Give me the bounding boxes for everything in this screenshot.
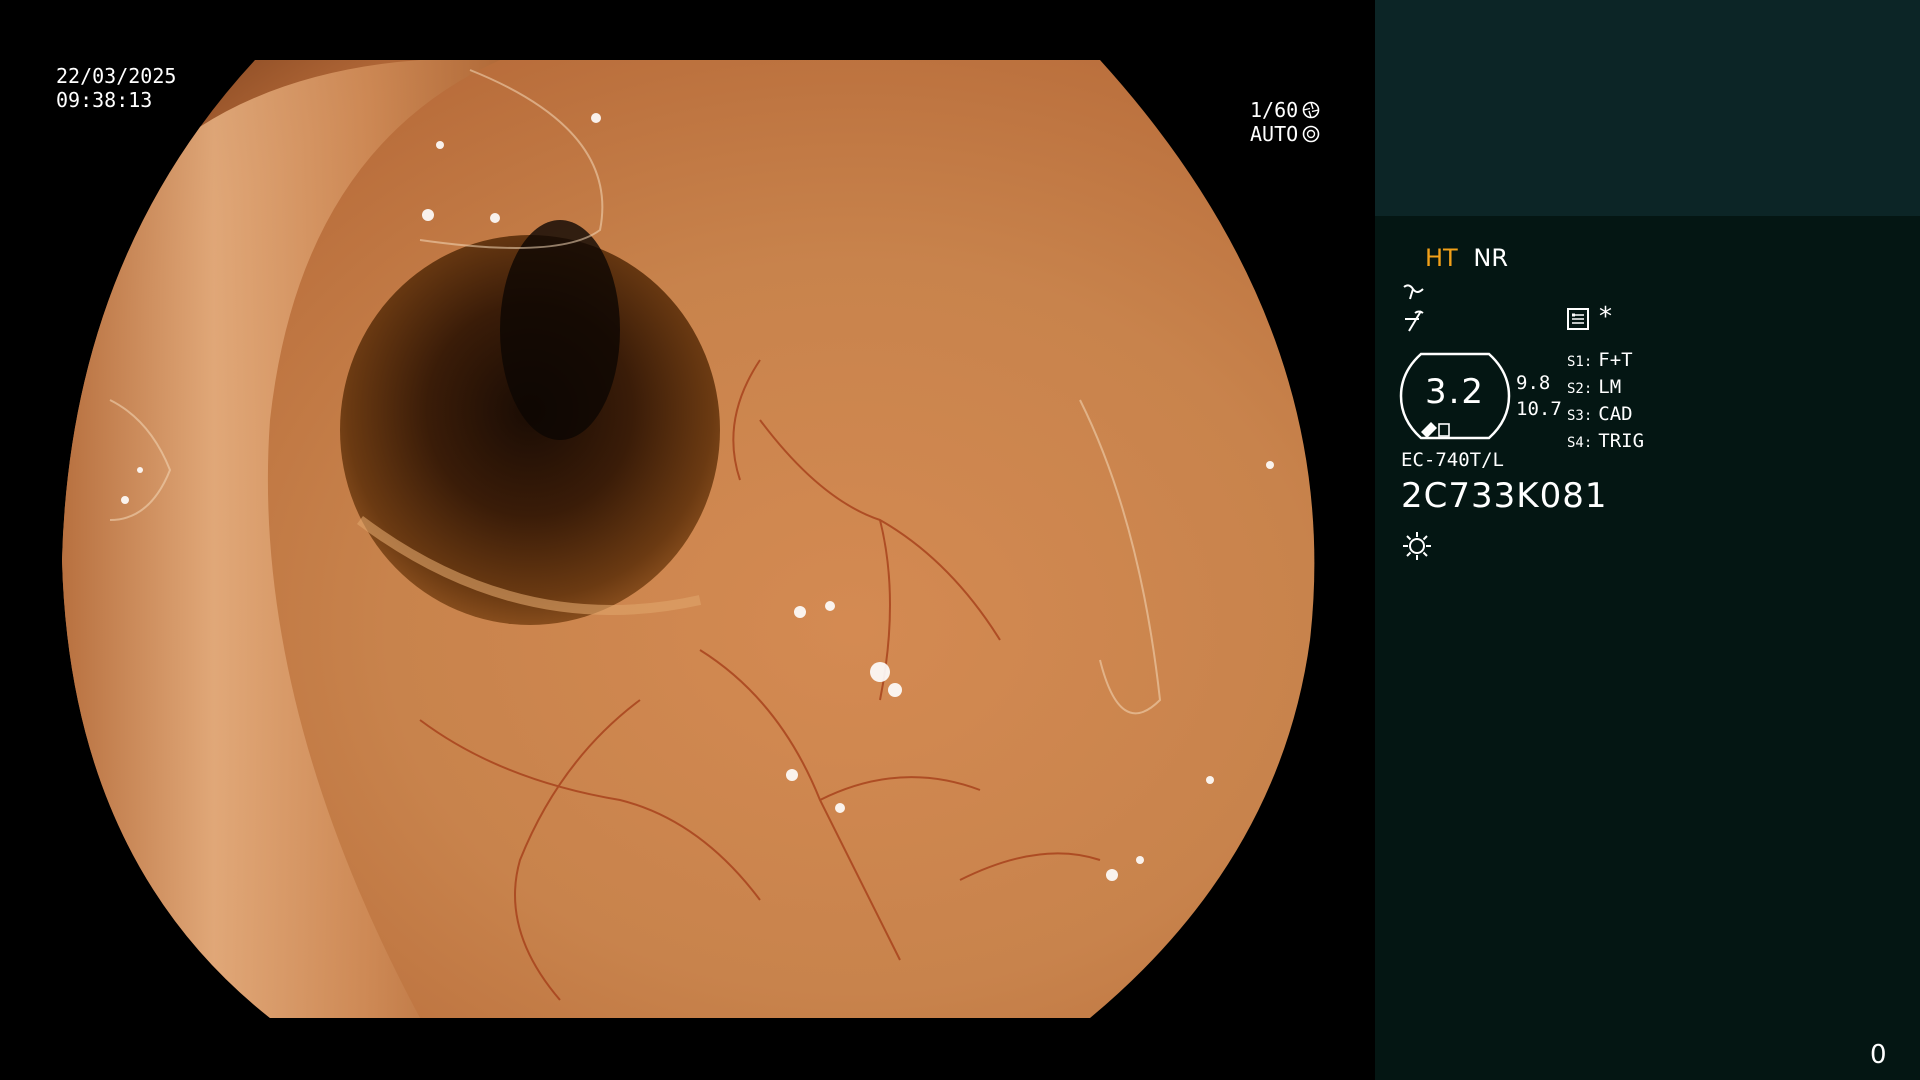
asterisk-icon: * (1599, 302, 1612, 332)
endoscope-video-area: 22/03/2025 09:38:13 1/60 AUTO (0, 0, 1375, 1080)
side-panel-top-block (1375, 0, 1920, 216)
processing-mode-row: HT NR (1425, 244, 1508, 272)
shutter-icon (1302, 101, 1320, 119)
exposure-mode-text: AUTO (1250, 122, 1299, 146)
scope-switch-list: S1: F+T S2: LM S3: CAD S4: TRIG (1567, 348, 1644, 456)
endoscope-image (62, 60, 1315, 1018)
time-text: 09:38:13 (56, 88, 153, 112)
color-mode-icon (1405, 310, 1424, 332)
menu-list-icon (1567, 308, 1589, 330)
light-sun-icon (1403, 532, 1431, 560)
scope-switch-item: S4: TRIG (1567, 430, 1645, 452)
scope-switch-item: S2: LM (1567, 376, 1622, 398)
structure-enhancement-icon (1403, 284, 1424, 300)
frame-counter-text: 0 (1870, 1040, 1887, 1070)
info-side-panel: HT NR * 3.2 9.8 10.7 S1: F+T S2: LM S3: CAD… (1375, 0, 1920, 1080)
scope-serial-text: 2C733K081 (1401, 476, 1608, 516)
shutter-info-overlay: 1/60 AUTO (1250, 98, 1375, 146)
scope-switch-item: S1: F+T (1567, 349, 1633, 371)
scope-switch-item: S3: CAD (1567, 403, 1633, 425)
mode-nr-label: NR (1473, 244, 1508, 272)
zoom-value: 3.2 (1424, 372, 1486, 412)
scope-model-text: EC-740T/L (1401, 449, 1504, 471)
shutter-speed-text: 1/60 (1250, 98, 1299, 122)
iris-icon (1302, 125, 1320, 143)
zoom-sub-value-b: 10.7 (1516, 398, 1562, 420)
date-text: 22/03/2025 (56, 64, 177, 88)
mode-ht-label: HT (1425, 244, 1458, 272)
date-time-overlay: 22/03/2025 09:38:13 (56, 64, 176, 112)
zoom-sub-value-a: 9.8 (1516, 372, 1551, 394)
